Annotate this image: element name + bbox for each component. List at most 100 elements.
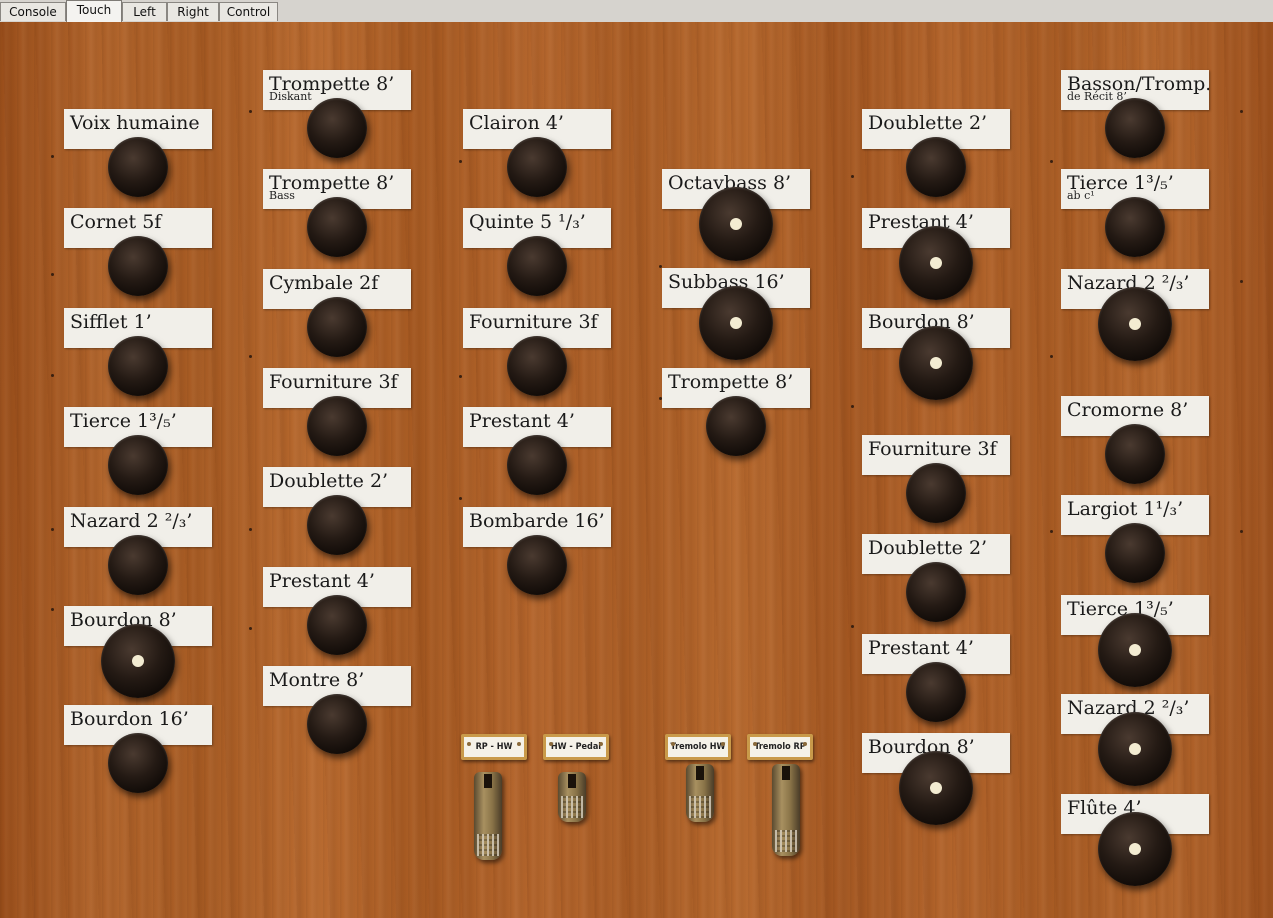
stop-col6-2[interactable]: Nazard 2 ²/₃’ [1061,269,1209,361]
stop-knob-engaged[interactable] [699,286,773,360]
stop-knob-engaged[interactable] [1098,287,1172,361]
stop-knob[interactable] [507,435,567,495]
stop-knob[interactable] [307,694,367,754]
stop-col1-5[interactable]: Bourdon 8’ [64,606,212,698]
tab-control[interactable]: Control [219,2,278,21]
stop-col1-3[interactable]: Tierce 1³/₅’ [64,407,212,495]
stop-knob[interactable] [108,137,168,197]
stop-name: Tierce 1³/₅’ [70,410,177,432]
coupler-pedal-hw-pedal[interactable] [558,772,586,822]
stop-knob[interactable] [307,197,367,257]
stop-col5-5[interactable]: Prestant 4’ [862,634,1010,722]
stop-col2-5[interactable]: Prestant 4’ [263,567,411,655]
stop-col2-2[interactable]: Cymbale 2f [263,269,411,357]
stop-col2-6[interactable]: Montre 8’ [263,666,411,754]
pin-icon [803,742,807,746]
stop-subtitle: Bass [269,189,295,202]
stop-col3-3[interactable]: Prestant 4’ [463,407,611,495]
stop-col4-0[interactable]: Octavbass 8’ [662,169,810,261]
stop-col1-6[interactable]: Bourdon 16’ [64,705,212,793]
stop-col5-4[interactable]: Doublette 2’ [862,534,1010,622]
stop-col5-1[interactable]: Prestant 4’ [862,208,1010,300]
stop-knob-engaged[interactable] [1098,812,1172,886]
stop-col2-4[interactable]: Doublette 2’ [263,467,411,555]
stop-knob[interactable] [307,595,367,655]
stop-col3-1[interactable]: Quinte 5 ¹/₃’ [463,208,611,296]
coupler-plate-2: Tremolo HW [665,734,731,760]
stop-col1-2[interactable]: Sifflet 1’ [64,308,212,396]
coupler-plate-3: Tremolo RP [747,734,813,760]
stop-knob-engaged[interactable] [699,187,773,261]
stop-knob-engaged[interactable] [899,326,973,400]
stop-knob[interactable] [507,535,567,595]
coupler-pedal-rp-hw[interactable] [474,772,502,860]
stop-col6-7[interactable]: Flûte 4’ [1061,794,1209,886]
stop-col2-1[interactable]: Trompette 8’ Bass [263,169,411,257]
stop-knob-engaged[interactable] [1098,613,1172,687]
stop-knob[interactable] [507,137,567,197]
tab-left[interactable]: Left [122,2,167,21]
stop-knob[interactable] [108,535,168,595]
screw-icon [659,397,662,400]
pin-icon [549,742,553,746]
stop-knob[interactable] [1105,197,1165,257]
stop-col6-6[interactable]: Nazard 2 ²/₃’ [1061,694,1209,786]
stop-col5-0[interactable]: Doublette 2’ [862,109,1010,197]
stop-knob[interactable] [906,562,966,622]
stop-knob[interactable] [108,336,168,396]
stop-name: Bourdon 16’ [70,708,189,730]
stop-knob[interactable] [108,236,168,296]
stop-col1-4[interactable]: Nazard 2 ²/₃’ [64,507,212,595]
stop-col5-3[interactable]: Fourniture 3f [862,435,1010,523]
stop-col6-5[interactable]: Tierce 1³/₅’ [1061,595,1209,687]
stop-knob[interactable] [906,662,966,722]
stop-col5-2[interactable]: Bourdon 8’ [862,308,1010,400]
stop-col6-4[interactable]: Largiot 1¹/₃’ [1061,495,1209,583]
stop-col2-3[interactable]: Fourniture 3f [263,368,411,456]
stop-knob[interactable] [307,297,367,357]
tab-right[interactable]: Right [167,2,219,21]
tremolo-pedal-rp[interactable] [772,764,800,856]
screw-icon [1240,110,1243,113]
stop-col4-2[interactable]: Trompette 8’ [662,368,810,456]
engaged-indicator-icon [1129,644,1141,656]
stop-col3-0[interactable]: Clairon 4’ [463,109,611,197]
engaged-indicator-icon [132,655,144,667]
stop-knob[interactable] [906,137,966,197]
stop-knob[interactable] [906,463,966,523]
stop-name: Prestant 4’ [269,570,375,592]
stop-col6-0[interactable]: Basson/Tromp. de Récit 8’ [1061,70,1209,158]
stop-knob-engaged[interactable] [1098,712,1172,786]
stop-knob[interactable] [108,435,168,495]
tremolo-pedal-hw[interactable] [686,764,714,822]
tab-console[interactable]: Console [0,2,66,21]
stop-knob[interactable] [307,396,367,456]
engaged-indicator-icon [730,218,742,230]
stop-knob[interactable] [307,98,367,158]
stop-knob[interactable] [307,495,367,555]
stop-col6-3[interactable]: Cromorne 8’ [1061,396,1209,484]
stop-col3-4[interactable]: Bombarde 16’ [463,507,611,595]
stop-knob[interactable] [706,396,766,456]
stop-col1-0[interactable]: Voix humaine [64,109,212,197]
stop-col6-1[interactable]: Tierce 1³/₅’ ab c¹ [1061,169,1209,257]
tab-touch[interactable]: Touch [66,0,122,22]
stop-knob[interactable] [1105,98,1165,158]
stop-knob[interactable] [507,336,567,396]
stop-knob[interactable] [108,733,168,793]
stop-col5-6[interactable]: Bourdon 8’ [862,733,1010,825]
stop-knob-engaged[interactable] [101,624,175,698]
stop-knob[interactable] [1105,424,1165,484]
stop-name: Cromorne 8’ [1067,399,1189,421]
stop-name: Voix humaine [70,112,200,134]
stop-knob[interactable] [507,236,567,296]
stop-knob[interactable] [1105,523,1165,583]
stop-col2-0[interactable]: Trompette 8’ Diskant [263,70,411,158]
stop-col1-1[interactable]: Cornet 5f [64,208,212,296]
stop-knob-engaged[interactable] [899,226,973,300]
stop-col3-2[interactable]: Fourniture 3f [463,308,611,396]
stop-col4-1[interactable]: Subbass 16’ [662,268,810,360]
stop-knob-engaged[interactable] [899,751,973,825]
screw-icon [51,528,54,531]
stop-name: Quinte 5 ¹/₃’ [469,211,586,233]
